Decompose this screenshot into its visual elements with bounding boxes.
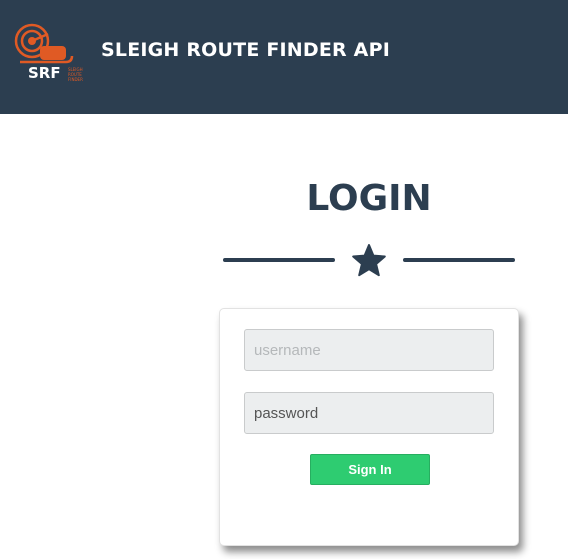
divider-line-left xyxy=(223,258,335,262)
srf-logo: SRF SLEIGH ROUTE FINDER xyxy=(14,23,83,82)
login-title: LOGIN xyxy=(306,178,432,219)
password-input[interactable] xyxy=(244,392,494,434)
svg-text:SRF: SRF xyxy=(28,64,61,82)
sign-in-button[interactable]: Sign In xyxy=(310,454,430,485)
username-input[interactable] xyxy=(244,329,494,371)
svg-text:FINDER: FINDER xyxy=(68,77,83,82)
login-card: Sign In xyxy=(219,308,519,546)
app-header: SRF SLEIGH ROUTE FINDER SLEIGH ROUTE FIN… xyxy=(0,0,568,114)
app-title: SLEIGH ROUTE FINDER API xyxy=(101,39,390,61)
title-divider xyxy=(222,241,516,281)
star-icon xyxy=(352,244,386,277)
divider-line-right xyxy=(403,258,515,262)
